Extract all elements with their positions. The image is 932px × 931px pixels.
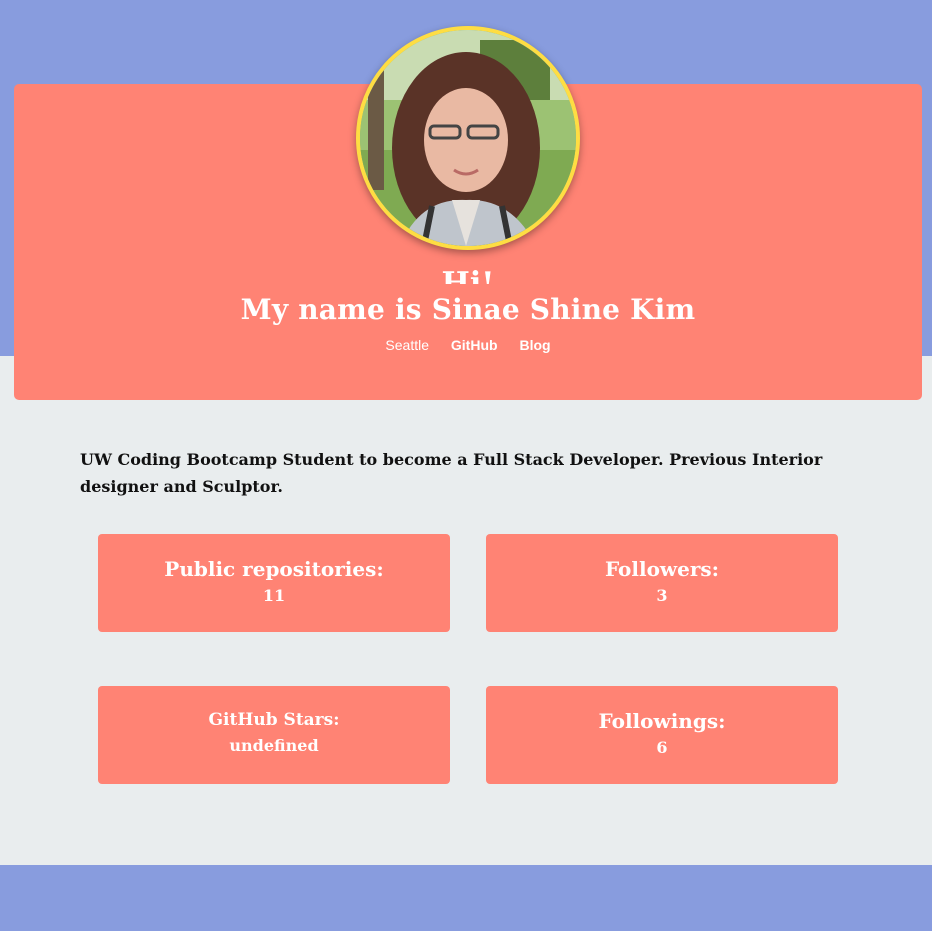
followers-card: Followers: 3 (486, 534, 838, 632)
followers-value: 3 (656, 586, 668, 605)
github-stars-value: undefined (229, 736, 319, 755)
greeting-heading: Hi! (441, 266, 495, 284)
following-card: Followings: 6 (486, 686, 838, 784)
profile-name-heading: My name is Sinae Shine Kim (240, 293, 696, 326)
public-repos-label: Public repositories: (164, 557, 384, 581)
followers-label: Followers: (604, 557, 720, 581)
profile-bio: UW Coding Bootcamp Student to become a F… (80, 450, 823, 496)
public-repos-card: Public repositories: 11 (98, 534, 450, 632)
github-stars-label: GitHub Stars: (208, 710, 340, 730)
blog-link[interactable]: Blog (519, 337, 550, 353)
bottom-background-band (0, 865, 932, 931)
avatar-photo (360, 30, 576, 246)
following-label: Followings: (598, 709, 726, 733)
profile-avatar (356, 26, 580, 250)
profile-links-row: Seattle GitHub Blog (14, 334, 922, 354)
following-value: 6 (656, 738, 668, 757)
github-stars-card: GitHub Stars: undefined (98, 686, 450, 784)
location-text: Seattle (385, 337, 430, 353)
public-repos-value: 11 (262, 586, 286, 605)
github-link[interactable]: GitHub (451, 337, 498, 353)
